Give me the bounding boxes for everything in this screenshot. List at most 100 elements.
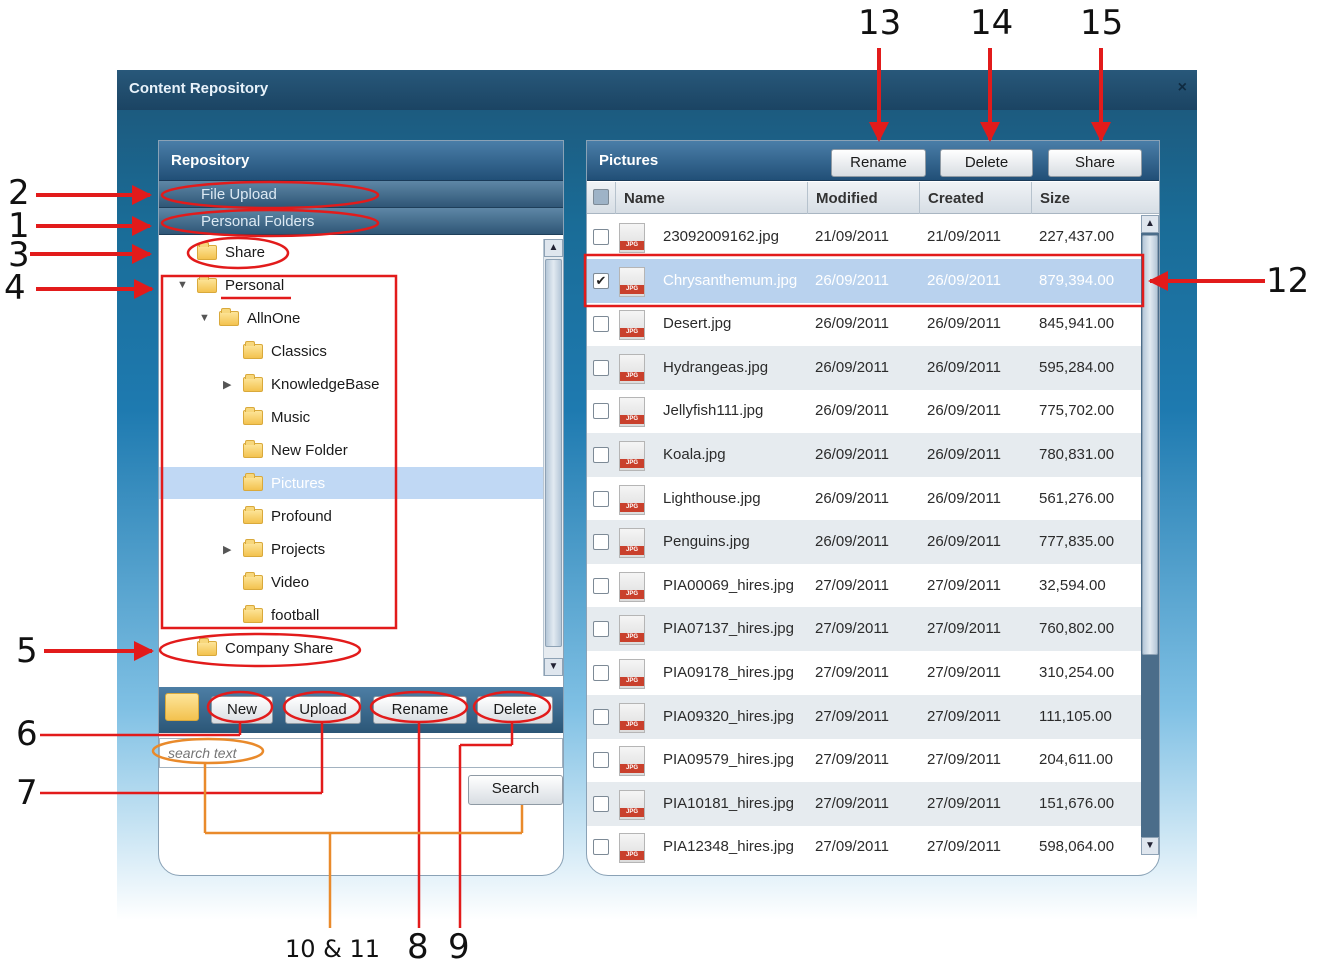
- file-row[interactable]: PIA07137_hires.jpg 27/09/2011 27/09/2011 76…: [587, 607, 1143, 652]
- column-modified[interactable]: Modified: [807, 182, 919, 214]
- column-size[interactable]: Size: [1031, 182, 1143, 214]
- jpg-file-icon: [619, 571, 645, 602]
- row-checkbox[interactable]: [593, 621, 609, 638]
- delete-folder-button[interactable]: Delete: [477, 696, 553, 724]
- file-row[interactable]: PIA09178_hires.jpg 27/09/2011 27/09/2011 31…: [587, 651, 1143, 695]
- window-title: Content Repository: [129, 80, 269, 97]
- expand-down-icon[interactable]: ▼: [199, 312, 213, 324]
- row-checkbox[interactable]: [593, 665, 609, 681]
- file-upload-bar[interactable]: File Upload: [159, 181, 563, 208]
- cell-created: 26/09/2011: [927, 446, 1001, 463]
- repository-header: Repository: [159, 141, 563, 181]
- file-row[interactable]: Jellyfish111.jpg 26/09/2011 26/09/2011 775,…: [587, 389, 1143, 433]
- tree-item-company-share[interactable]: Company Share: [159, 632, 543, 664]
- personal-folders-bar[interactable]: Personal Folders: [159, 208, 563, 235]
- folder-icon: [243, 439, 263, 458]
- file-row[interactable]: Hydrangeas.jpg 26/09/2011 26/09/2011 595,28…: [587, 345, 1143, 390]
- tree-item-personal[interactable]: ▼ Personal: [159, 269, 543, 301]
- annotation-9: 9: [448, 927, 470, 964]
- select-all-checkbox[interactable]: [593, 189, 609, 205]
- tree-item-label: Classics: [271, 342, 327, 360]
- row-checkbox[interactable]: [593, 447, 609, 463]
- file-row[interactable]: PIA09320_hires.jpg 27/09/2011 27/09/2011 11…: [587, 694, 1143, 739]
- file-row[interactable]: PIA10181_hires.jpg 27/09/2011 27/09/2011 15…: [587, 781, 1143, 826]
- row-checkbox[interactable]: [593, 229, 609, 245]
- row-checkbox[interactable]: [593, 708, 609, 725]
- expand-down-icon[interactable]: ▼: [177, 279, 191, 291]
- tree-scrollbar[interactable]: ▲ ▼: [543, 239, 563, 676]
- rename-folder-button[interactable]: Rename: [373, 696, 467, 724]
- file-row[interactable]: ✔ Chrysanthemum.jpg 26/09/2011 26/09/2011 87…: [587, 258, 1143, 303]
- file-row[interactable]: PIA12348_hires.jpg 27/09/2011 27/09/2011 59…: [587, 825, 1143, 869]
- row-checkbox[interactable]: ✔: [593, 272, 609, 289]
- jpg-file-icon: [619, 484, 645, 515]
- row-checkbox[interactable]: [593, 534, 609, 551]
- share-file-button[interactable]: Share: [1048, 149, 1142, 177]
- upload-button[interactable]: Upload: [285, 696, 361, 724]
- tree-scroll-thumb[interactable]: [545, 259, 562, 647]
- file-row[interactable]: Koala.jpg 26/09/2011 26/09/2011 780,831.00: [587, 433, 1143, 477]
- search-button[interactable]: Search: [468, 775, 563, 805]
- cell-size: 204,611.00: [1039, 751, 1113, 769]
- tree-item-allnone[interactable]: ▼ AllnOne: [159, 302, 543, 334]
- annotation-10-11: 10 & 11: [285, 935, 381, 963]
- tree-item-label: Share: [225, 243, 266, 261]
- row-checkbox[interactable]: [593, 316, 609, 333]
- scroll-up-icon[interactable]: ▲: [544, 239, 563, 257]
- delete-file-button[interactable]: Delete: [940, 149, 1033, 177]
- rename-file-button[interactable]: Rename: [831, 149, 926, 177]
- folder-icon: [197, 637, 217, 656]
- tree-item-pictures[interactable]: Pictures: [159, 467, 543, 499]
- column-name[interactable]: Name: [615, 182, 807, 214]
- tree-item-label: Pictures: [271, 474, 326, 492]
- tree-item-football[interactable]: football: [159, 599, 543, 631]
- cell-modified: 26/09/2011: [815, 271, 889, 289]
- cell-size: 845,941.00: [1039, 315, 1115, 333]
- cell-modified: 27/09/2011: [815, 664, 889, 681]
- folder-icon: [243, 472, 263, 491]
- row-checkbox[interactable]: [593, 490, 609, 507]
- tree-item-classics[interactable]: Classics: [159, 335, 543, 367]
- file-row[interactable]: PIA00069_hires.jpg 27/09/2011 27/09/2011 32…: [587, 564, 1143, 608]
- tree-item-share[interactable]: Share: [159, 236, 543, 268]
- grid-scroll-down-icon[interactable]: ▼: [1141, 837, 1159, 855]
- tree-item-profound[interactable]: Profound: [159, 500, 543, 532]
- tree-item-music[interactable]: Music: [159, 401, 543, 433]
- file-row[interactable]: Penguins.jpg 26/09/2011 26/09/2011 777,835.…: [587, 520, 1143, 565]
- cell-modified: 26/09/2011: [815, 315, 889, 333]
- file-row[interactable]: 23092009162.jpg 21/09/2011 21/09/2011 227,4…: [587, 215, 1143, 259]
- column-created[interactable]: Created: [919, 182, 1031, 214]
- row-checkbox[interactable]: [593, 403, 609, 420]
- expand-right-icon[interactable]: ▶: [223, 543, 237, 556]
- row-checkbox[interactable]: [593, 839, 609, 856]
- tree-item-knowledgebase[interactable]: ▶ KnowledgeBase: [159, 368, 543, 400]
- row-checkbox[interactable]: [593, 752, 609, 769]
- folder-icon: [219, 307, 239, 326]
- grid-scroll-thumb[interactable]: [1142, 235, 1158, 655]
- cell-name: Lighthouse.jpg: [663, 489, 761, 507]
- tree-item-label: KnowledgeBase: [271, 375, 380, 393]
- search-input[interactable]: [159, 738, 563, 768]
- scroll-down-icon[interactable]: ▼: [544, 658, 563, 676]
- cell-name: Hydrangeas.jpg: [663, 358, 769, 376]
- cell-name: Chrysanthemum.jpg: [663, 271, 798, 289]
- file-row[interactable]: PIA09579_hires.jpg 27/09/2011 27/09/2011 20…: [587, 738, 1143, 782]
- close-icon[interactable]: ×: [1178, 79, 1187, 97]
- grid-scrollbar[interactable]: ▲ ▼: [1141, 215, 1159, 855]
- file-row[interactable]: Desert.jpg 26/09/2011 26/09/2011 845,941.00: [587, 302, 1143, 346]
- tree-item-video[interactable]: Video: [159, 566, 543, 598]
- row-checkbox[interactable]: [593, 577, 609, 594]
- row-checkbox[interactable]: [593, 795, 609, 812]
- expand-right-icon[interactable]: ▶: [223, 378, 237, 391]
- row-checkbox[interactable]: [593, 359, 609, 376]
- cell-modified: 27/09/2011: [815, 576, 889, 594]
- jpg-file-icon: [619, 266, 645, 297]
- repository-panel: Repository File Upload Personal Folders …: [158, 140, 564, 876]
- annotation-6: 6: [16, 714, 38, 754]
- tree-item-projects[interactable]: ▶ Projects: [159, 533, 543, 565]
- tree-item-new-folder[interactable]: New Folder: [159, 434, 543, 466]
- file-row[interactable]: Lighthouse.jpg 26/09/2011 26/09/2011 561,27…: [587, 477, 1143, 521]
- new-folder-button[interactable]: New: [211, 696, 273, 724]
- cell-created: 26/09/2011: [927, 271, 1001, 289]
- grid-scroll-up-icon[interactable]: ▲: [1141, 215, 1159, 233]
